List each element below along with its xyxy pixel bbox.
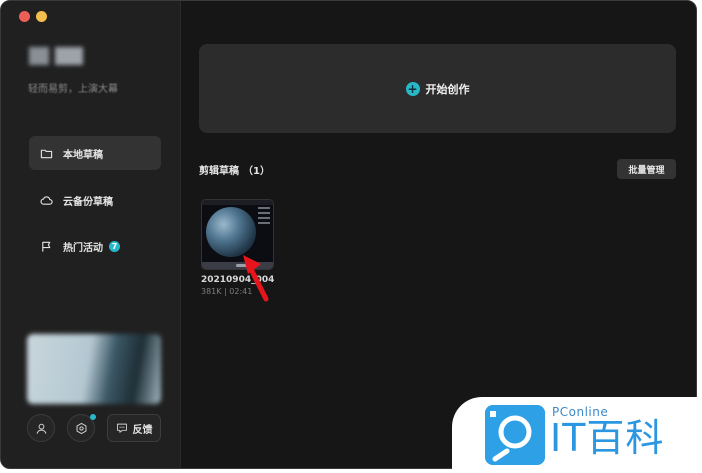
- cloud-icon: [40, 195, 53, 205]
- app-logo: [29, 47, 83, 65]
- folder-icon: [40, 149, 53, 158]
- promo-banner[interactable]: [27, 334, 161, 404]
- feedback-button[interactable]: 反馈: [107, 414, 161, 442]
- earth-image: [206, 207, 256, 257]
- drafts-section-title: 剪辑草稿 （1）: [199, 162, 270, 177]
- logo-wordmark: [55, 47, 83, 65]
- plus-icon: +: [405, 81, 420, 96]
- account-button[interactable]: [27, 414, 55, 442]
- draft-count: （1）: [243, 166, 270, 177]
- logo-mark-icon: [29, 47, 49, 65]
- sidebar-footer: 反馈: [27, 414, 161, 442]
- update-dot: [90, 414, 96, 420]
- gear-icon: [76, 422, 86, 434]
- batch-manage-button[interactable]: 批量管理: [617, 159, 676, 179]
- sidebar-item-label: 本地草稿: [63, 149, 103, 161]
- app-slogan: 轻而易剪，上演大幕: [28, 84, 118, 95]
- sidebar-item-cloud-drafts[interactable]: 云备份草稿: [29, 183, 161, 217]
- sidebar-item-label: 云备份草稿: [63, 196, 113, 208]
- window-controls: [19, 11, 47, 22]
- section-title-text: 剪辑草稿: [199, 166, 239, 177]
- user-icon: [36, 423, 46, 434]
- sidebar-item-local-drafts[interactable]: 本地草稿: [29, 136, 161, 170]
- feedback-icon: [116, 423, 127, 433]
- flag-icon: [42, 241, 51, 252]
- start-creation-button[interactable]: + 开始创作: [199, 44, 676, 133]
- magnifier-logo-icon: [485, 405, 545, 465]
- settings-button[interactable]: [67, 414, 96, 442]
- watermark-logo: PConline IT百科: [452, 397, 702, 473]
- minimize-window-button[interactable]: [36, 11, 47, 22]
- watermark-large-text: IT百科: [550, 416, 665, 460]
- sidebar: 轻而易剪，上演大幕 本地草稿 云备份草稿 热门活动 7 反馈: [1, 1, 181, 468]
- feedback-label: 反馈: [132, 424, 153, 436]
- sidebar-item-label: 热门活动: [63, 242, 103, 254]
- close-window-button[interactable]: [19, 11, 30, 22]
- notification-badge: 7: [109, 240, 120, 252]
- start-creation-label: 开始创作: [425, 82, 470, 96]
- red-arrow-annotation: [243, 255, 269, 302]
- sidebar-item-hot-events[interactable]: 热门活动 7: [29, 229, 161, 263]
